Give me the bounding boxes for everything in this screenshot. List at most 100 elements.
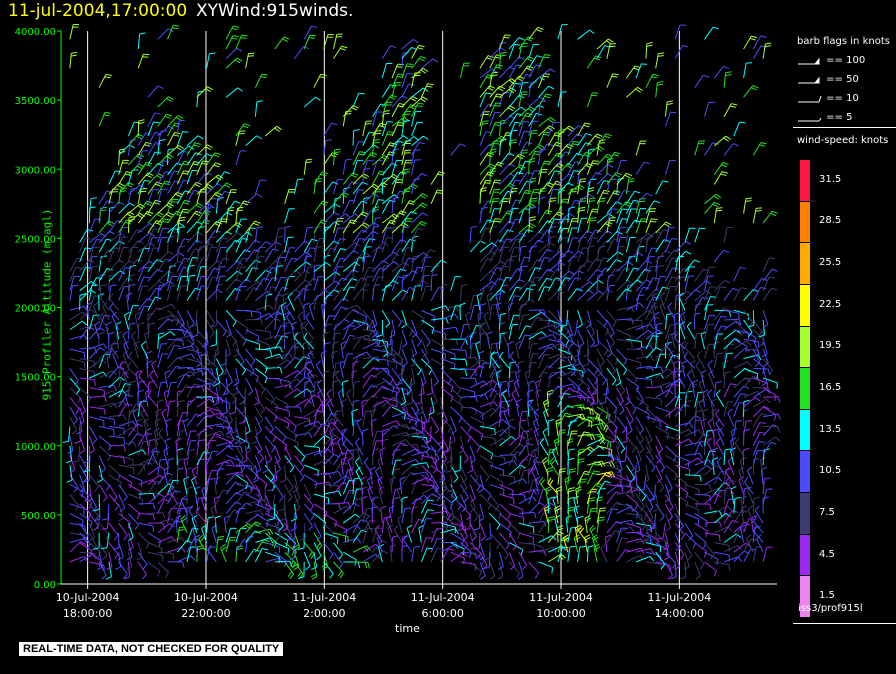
wind-barb: [333, 505, 352, 514]
wind-barb: [254, 246, 266, 263]
barb-feather: [215, 162, 222, 166]
barb-shaft: [147, 395, 159, 408]
wind-barb: [426, 377, 434, 396]
barb-feather: [269, 349, 273, 356]
barb-feather: [433, 381, 439, 387]
barb-shaft: [245, 416, 251, 432]
barb-shaft: [323, 240, 335, 253]
wind-barb: [202, 329, 209, 348]
barb-feather: [291, 550, 295, 556]
wind-barb: [372, 385, 389, 398]
barb-feather: [437, 446, 442, 453]
wind-barb: [225, 222, 243, 234]
wind-barb: [401, 329, 408, 348]
barb-feather: [197, 231, 204, 236]
barb-shaft: [157, 499, 165, 514]
wind-barb: [225, 278, 242, 292]
wind-barb: [92, 301, 100, 321]
barb-shaft: [300, 324, 305, 340]
wind-barb: [145, 350, 153, 369]
barb-feather: [217, 183, 223, 188]
barb-shaft: [320, 353, 325, 369]
barb-feather: [141, 499, 144, 506]
barb-shaft: [69, 541, 81, 553]
barb-feather: [368, 321, 373, 327]
barb-shaft: [196, 511, 207, 524]
barb-shaft: [215, 319, 227, 332]
wind-barb: [99, 416, 116, 426]
barb-shaft: [245, 549, 255, 563]
barb-feather: [342, 438, 348, 445]
wind-barb: [147, 532, 162, 547]
wind-barb: [147, 438, 156, 456]
wind-barb: [245, 318, 264, 325]
wind-barb: [97, 464, 104, 484]
wind-barb: [157, 331, 176, 340]
barb-feather: [296, 442, 299, 449]
barb-feather: [294, 546, 300, 551]
wind-barb: [254, 100, 263, 117]
barb-feather: [124, 221, 131, 225]
barb-shaft: [303, 408, 318, 418]
barb-feather: [383, 112, 390, 115]
barb-feather: [168, 270, 175, 275]
barb-feather: [429, 249, 436, 253]
barb-feather: [100, 468, 106, 474]
barb-shaft: [235, 249, 246, 263]
wind-barb: [291, 321, 298, 340]
barb-feather: [114, 505, 120, 511]
y-tick-label: 500.00: [21, 511, 56, 522]
wind-barb: [97, 552, 104, 571]
barb-feather: [308, 551, 313, 558]
barb-shaft: [69, 348, 85, 354]
barb-feather: [115, 321, 122, 326]
barb-feather: [315, 96, 321, 101]
barb-shaft: [333, 482, 344, 495]
wind-barb: [167, 537, 186, 543]
wind-barb: [352, 128, 360, 146]
barb-shaft: [340, 343, 344, 359]
barb-feather: [170, 331, 176, 336]
barb-feather: [186, 486, 193, 490]
wind-barb: [411, 471, 430, 478]
barb-feather: [199, 439, 206, 442]
barb-feather: [303, 302, 310, 306]
wind-barb: [378, 485, 385, 504]
barb-feather: [126, 213, 133, 218]
barb-shaft: [88, 484, 92, 500]
barb-shaft: [186, 401, 189, 417]
barb-feather: [165, 418, 172, 422]
barb-feather: [208, 478, 215, 480]
barb-feather: [282, 527, 289, 532]
wind-barb: [106, 350, 113, 369]
barb-feather: [282, 38, 289, 42]
barb-feather: [325, 139, 332, 142]
barb-feather: [152, 525, 155, 532]
barb-shaft: [161, 412, 168, 427]
barb-feather: [309, 34, 316, 37]
barb-feather: [427, 499, 434, 502]
wind-barb: [255, 358, 268, 374]
barb-shaft: [303, 382, 306, 398]
barb-feather: [403, 413, 406, 420]
wind-barb: [186, 210, 202, 224]
barb-feather: [402, 362, 408, 367]
barb-feather: [136, 418, 143, 422]
barb-shaft: [352, 160, 358, 175]
barb-shaft: [430, 338, 445, 348]
wind-barb: [411, 498, 422, 514]
barb-feather: [406, 402, 413, 406]
barb-feather: [370, 519, 377, 523]
wind-barb: [323, 152, 339, 166]
barb-shaft: [137, 324, 140, 340]
wind-barb: [147, 162, 164, 176]
wind-barb: [352, 353, 365, 369]
wind-barb: [185, 319, 192, 338]
barb-feather: [102, 555, 108, 561]
wind-barb: [225, 270, 243, 282]
barb-feather: [114, 554, 119, 560]
wind-barb: [304, 420, 323, 427]
barb-shaft: [157, 483, 169, 495]
barb-shaft: [138, 492, 154, 495]
barb-feather: [100, 284, 108, 287]
